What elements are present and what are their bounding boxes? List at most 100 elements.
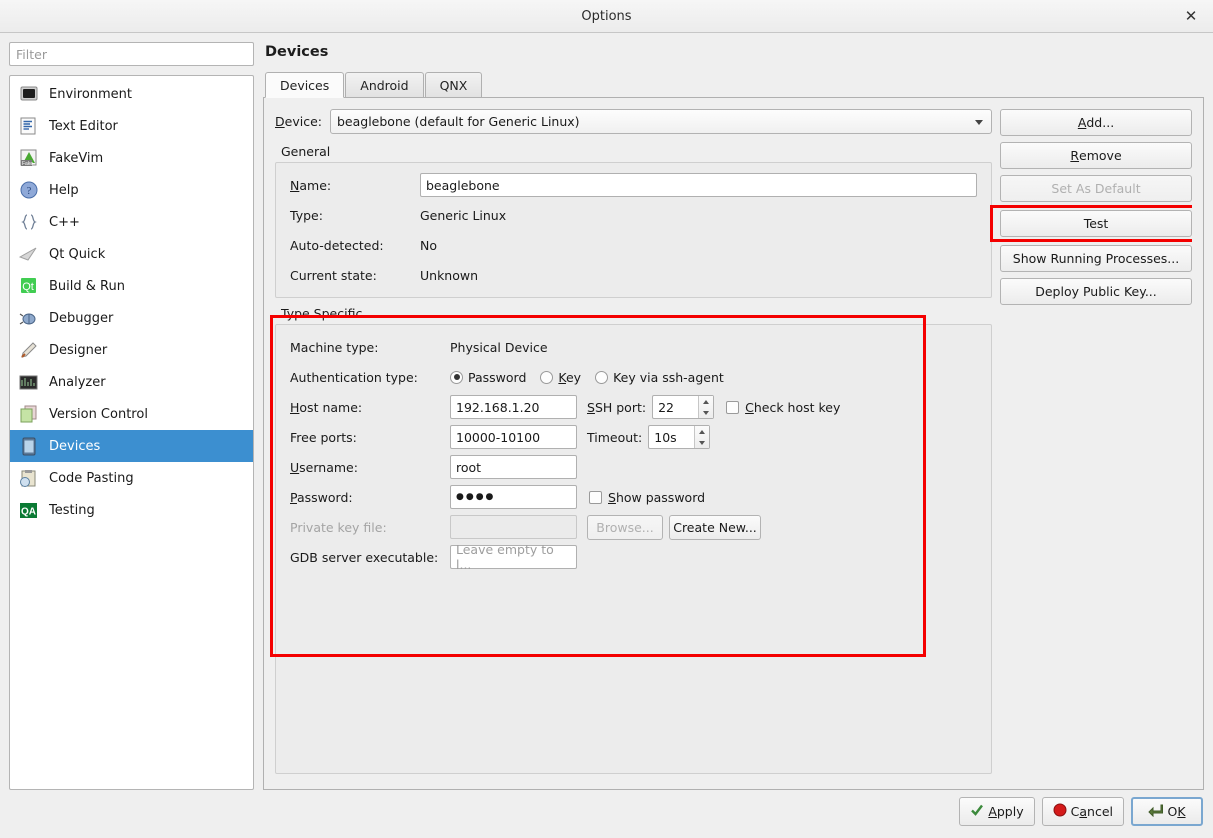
machine-type-label: Machine type: (290, 339, 379, 355)
device-combo[interactable]: beaglebone (default for Generic Linux) (329, 109, 992, 134)
spinner-down-icon[interactable] (695, 437, 709, 448)
sidebar-item-label: Environment (49, 86, 133, 102)
device-label-rest: evice: (284, 114, 322, 129)
general-group: General Name: beaglebone Type: Generic L… (275, 144, 992, 298)
sidebar-item-version-control[interactable]: Version Control (10, 398, 253, 430)
cancel-label: Cancel (1071, 804, 1113, 819)
main-panel: Devices Devices Android QNX Device: beag… (263, 42, 1204, 790)
ok-button[interactable]: OK (1131, 796, 1203, 826)
apply-button[interactable]: Apply (959, 796, 1035, 826)
gdb-server-input[interactable]: Leave empty to l... (450, 542, 577, 572)
type-specific-group-frame: Machine type: Physical Device Authentica… (275, 324, 992, 774)
cancel-rest: ncel (1087, 803, 1113, 819)
radio-key-label: Key (558, 370, 581, 385)
name-label: Name: (290, 178, 420, 193)
test-button[interactable]: Test (1000, 210, 1192, 237)
radio-key[interactable]: Key (540, 370, 581, 385)
radio-dot-icon (595, 370, 609, 384)
device-label: Device: (275, 114, 322, 129)
cancel-button[interactable]: Cancel (1041, 796, 1124, 826)
timeout-value: 10s (654, 429, 677, 445)
dialog-body: Filter Environment Text Editor Fake Fake… (0, 33, 1213, 790)
sidebar-item-label: Devices (49, 438, 101, 454)
deploy-public-key-button[interactable]: Deploy Public Key... (1000, 278, 1192, 305)
tab-label: Devices (280, 77, 330, 93)
password-rest: assword: (296, 489, 353, 505)
username-input[interactable]: root (450, 455, 577, 479)
spinner-buttons[interactable] (698, 396, 714, 418)
sidebar-item-fakevim[interactable]: Fake FakeVim (10, 142, 253, 174)
create-new-button[interactable]: Create New... (669, 514, 761, 540)
spinner-up-icon[interactable] (699, 396, 713, 407)
category-list[interactable]: Environment Text Editor Fake FakeVim ? H… (9, 75, 254, 790)
radio-key-agent-label: Key via ssh-agent (613, 369, 724, 385)
password-mnemonic: P (290, 489, 297, 505)
designer-icon (18, 340, 39, 361)
sidebar-item-debugger[interactable]: Debugger (10, 302, 253, 334)
stop-icon (1053, 803, 1067, 820)
type-specific-group: Type Specific Machine type: Physical Dev… (275, 306, 992, 774)
qtquick-icon (18, 244, 39, 265)
free-ports-input[interactable]: 10000-10100 (450, 425, 577, 449)
host-name-input[interactable]: 192.168.1.20 (450, 395, 577, 419)
check-host-key-checkbox[interactable]: Check host key (726, 400, 840, 415)
username-mnemonic: U (290, 459, 300, 475)
show-running-processes-button[interactable]: Show Running Processes... (1000, 245, 1192, 272)
sidebar-item-code-pasting[interactable]: Code Pasting (10, 462, 253, 494)
sidebar-item-environment[interactable]: Environment (10, 78, 253, 110)
sidebar-item-help[interactable]: ? Help (10, 174, 253, 206)
checkbox-icon (589, 490, 602, 504)
ssh-port-spinner[interactable]: 22 (652, 395, 715, 419)
radio-password[interactable]: Password (450, 370, 526, 385)
password-input[interactable]: ●●●● (450, 485, 577, 509)
sidebar-item-analyzer[interactable]: Analyzer (10, 366, 253, 398)
password-label: Password: (290, 490, 450, 505)
form-column: Device: beaglebone (default for Generic … (275, 109, 992, 778)
check-host-key-mnemonic: C (745, 399, 754, 415)
page-title: Devices (265, 44, 329, 60)
spinner-up-icon[interactable] (695, 426, 709, 437)
radio-password-label: Password (468, 369, 527, 385)
sidebar-item-testing[interactable]: QA Testing (10, 494, 253, 526)
sidebar-item-devices[interactable]: Devices (10, 430, 253, 462)
password-row: Password: ●●●● Show password (290, 484, 977, 510)
remove-button[interactable]: Remove (1000, 142, 1192, 169)
name-input[interactable]: beaglebone (420, 173, 977, 197)
type-value: Generic Linux (420, 207, 507, 223)
spinner-down-icon[interactable] (699, 407, 713, 418)
sidebar-item-cpp[interactable]: C++ (10, 206, 253, 238)
current-state-row: Current state: Unknown (290, 262, 977, 288)
tab-page-devices: Device: beaglebone (default for Generic … (263, 98, 1204, 790)
timeout-spinner[interactable]: 10s (648, 425, 711, 449)
tab-android[interactable]: Android (345, 72, 424, 97)
sidebar-item-text-editor[interactable]: Text Editor (10, 110, 253, 142)
spinner-buttons[interactable] (694, 426, 710, 448)
sidebar-item-qt-quick[interactable]: Qt Quick (10, 238, 253, 270)
help-icon: ? (18, 180, 39, 201)
radio-key-mnemonic: K (558, 369, 566, 385)
close-icon[interactable]: ✕ (1169, 0, 1213, 32)
remove-rest: emove (1079, 148, 1122, 163)
add-button[interactable]: Add... (1000, 109, 1192, 136)
filter-input[interactable]: Filter (9, 42, 254, 66)
add-rest: dd... (1086, 115, 1115, 130)
apply-label: Apply (988, 804, 1023, 819)
sidebar-item-designer[interactable]: Designer (10, 334, 253, 366)
tab-qnx[interactable]: QNX (424, 72, 483, 97)
device-selector-row: Device: beaglebone (default for Generic … (275, 109, 992, 134)
show-password-mnemonic: S (608, 489, 616, 505)
type-row: Type: Generic Linux (290, 202, 977, 228)
qa-icon: QA (18, 500, 39, 521)
name-row: Name: beaglebone (290, 172, 977, 198)
test-button-wrapper: Test (990, 205, 1192, 242)
sidebar-item-label: C++ (49, 214, 80, 230)
radio-key-via-ssh-agent[interactable]: Key via ssh-agent (595, 370, 724, 385)
type-label: Type: (290, 207, 323, 223)
check-host-key-rest: heck host key (753, 399, 841, 415)
machine-type-row: Machine type: Physical Device (290, 334, 977, 360)
tab-devices[interactable]: Devices (265, 72, 345, 98)
timeout-label: Timeout: (587, 429, 643, 445)
sidebar-item-build-and-run[interactable]: Qt Build & Run (10, 270, 253, 302)
show-password-checkbox[interactable]: Show password (589, 490, 705, 505)
host-name-mnemonic: H (290, 399, 300, 415)
